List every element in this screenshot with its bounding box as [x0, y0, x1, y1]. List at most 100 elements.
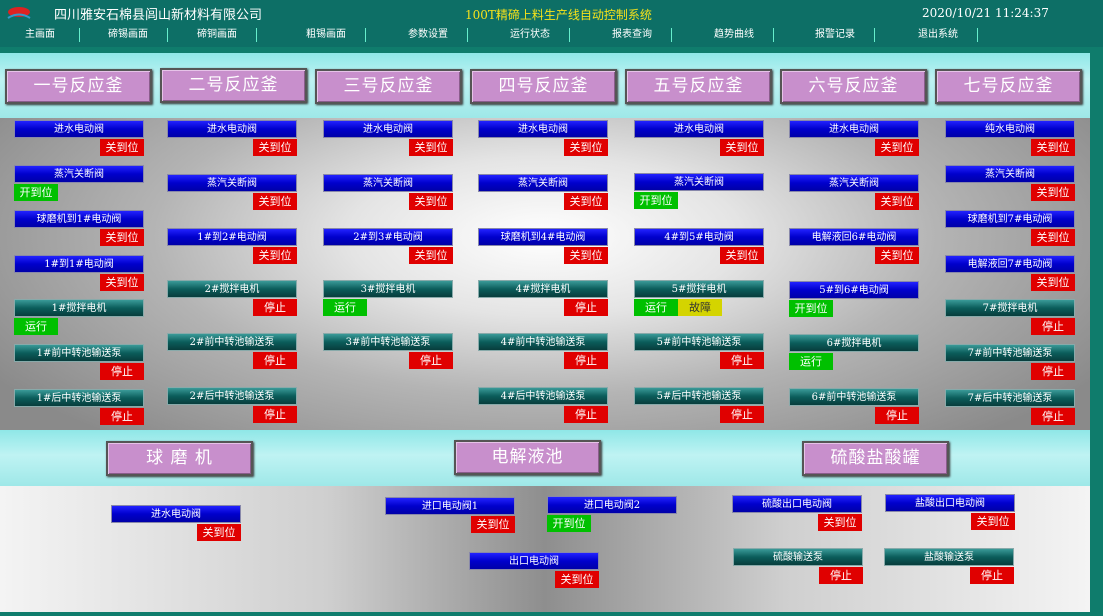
r2-steam-valve-status: 关到位: [253, 193, 297, 210]
r3-transfer-valve[interactable]: 2#到3#电动阀: [323, 228, 453, 246]
r5-inlet-valve[interactable]: 进水电动阀: [634, 120, 764, 138]
sulfuric-pump[interactable]: 硫酸输送泵: [733, 548, 863, 566]
r4-steam-valve[interactable]: 蒸汽关断阀: [478, 174, 608, 192]
r7-front-pump-status: 停止: [1031, 363, 1075, 380]
r6-transfer-valve[interactable]: 5#到6#电动阀: [789, 281, 919, 299]
r2-steam-valve[interactable]: 蒸汽关断阀: [167, 174, 297, 192]
acid-tank-button[interactable]: 硫酸盐酸罐: [802, 441, 949, 476]
reactor-6-button[interactable]: 六号反应釜: [780, 69, 927, 104]
menu-params[interactable]: 参数设置: [388, 25, 468, 47]
r6-inlet-valve[interactable]: 进水电动阀: [789, 120, 919, 138]
r7-rear-pump-status: 停止: [1031, 408, 1075, 425]
elec-outlet-valve[interactable]: 出口电动阀: [469, 552, 599, 570]
menu-exit[interactable]: 退出系统: [898, 25, 978, 47]
r3-inlet-valve-status: 关到位: [409, 139, 453, 156]
r1-front-pump[interactable]: 1#前中转池输送泵: [14, 344, 144, 362]
r7-ballmill-valve[interactable]: 球磨机到7#电动阀: [945, 210, 1075, 228]
r1-transfer-valve[interactable]: 1#到1#电动阀: [14, 255, 144, 273]
r1-inlet-valve[interactable]: 进水电动阀: [14, 120, 144, 138]
r5-steam-valve[interactable]: 蒸汽关断阀: [634, 173, 764, 191]
r3-steam-valve-status: 关到位: [409, 193, 453, 210]
ballmill-inlet-valve-status: 关到位: [197, 524, 241, 541]
hydrochloric-outlet-valve[interactable]: 盐酸出口电动阀: [885, 494, 1015, 512]
r6-transfer-valve-status: 开到位: [789, 300, 833, 317]
reactor-1-button[interactable]: 一号反应釜: [5, 69, 152, 104]
system-title: 100T精碲上料生产线自动控制系统: [465, 8, 652, 22]
r7-electrolyte-valve-status: 关到位: [1031, 274, 1075, 291]
r1-inlet-valve-status: 关到位: [100, 139, 144, 156]
r2-transfer-valve[interactable]: 1#到2#电动阀: [167, 228, 297, 246]
r1-steam-valve[interactable]: 蒸汽关断阀: [14, 165, 144, 183]
reactor-2-button[interactable]: 二号反应釜: [160, 68, 307, 103]
r2-agitator[interactable]: 2#搅拌电机: [167, 280, 297, 298]
r6-steam-valve-status: 关到位: [875, 193, 919, 210]
r4-steam-valve-status: 关到位: [564, 193, 608, 210]
r5-front-pump[interactable]: 5#前中转池输送泵: [634, 333, 764, 351]
menu-alarms[interactable]: 报警记录: [795, 25, 875, 47]
r6-electrolyte-valve[interactable]: 电解液回6#电动阀: [789, 228, 919, 246]
menu-crude-tin[interactable]: 粗锡画面: [286, 25, 366, 47]
r7-electrolyte-valve[interactable]: 电解液回7#电动阀: [945, 255, 1075, 273]
r1-agitator[interactable]: 1#搅拌电机: [14, 299, 144, 317]
r1-rear-pump[interactable]: 1#后中转池输送泵: [14, 389, 144, 407]
ballmill-inlet-valve[interactable]: 进水电动阀: [111, 505, 241, 523]
r7-rear-pump[interactable]: 7#后中转池输送泵: [945, 389, 1075, 407]
elec-inlet-valve-2[interactable]: 进口电动阀2: [547, 496, 677, 514]
hydrochloric-pump[interactable]: 盐酸输送泵: [884, 548, 1014, 566]
menu-run-status[interactable]: 运行状态: [490, 25, 570, 47]
r4-rear-pump-status: 停止: [564, 406, 608, 423]
r3-agitator[interactable]: 3#搅拌电机: [323, 280, 453, 298]
r5-agitator[interactable]: 5#搅拌电机: [634, 280, 764, 298]
r2-agitator-status: 停止: [253, 299, 297, 316]
sulfuric-outlet-valve[interactable]: 硫酸出口电动阀: [732, 495, 862, 513]
r7-front-pump[interactable]: 7#前中转池输送泵: [945, 344, 1075, 362]
r6-agitator[interactable]: 6#搅拌电机: [789, 334, 919, 352]
reactor-area: [0, 118, 1090, 430]
r7-agitator[interactable]: 7#搅拌电机: [945, 299, 1075, 317]
r6-steam-valve[interactable]: 蒸汽关断阀: [789, 174, 919, 192]
r3-steam-valve[interactable]: 蒸汽关断阀: [323, 174, 453, 192]
r6-front-pump[interactable]: 6#前中转池输送泵: [789, 388, 919, 406]
r4-agitator-status: 停止: [564, 299, 608, 316]
r4-rear-pump[interactable]: 4#后中转池输送泵: [478, 387, 608, 405]
r3-inlet-valve[interactable]: 进水电动阀: [323, 120, 453, 138]
r5-rear-pump[interactable]: 5#后中转池输送泵: [634, 387, 764, 405]
r1-ballmill-valve[interactable]: 球磨机到1#电动阀: [14, 210, 144, 228]
elec-outlet-valve-status: 关到位: [555, 571, 599, 588]
menu-reports[interactable]: 报表查询: [592, 25, 672, 47]
menu-trends[interactable]: 趋势曲线: [694, 25, 774, 47]
r3-agitator-status: 运行: [323, 299, 367, 316]
r5-steam-valve-status: 开到位: [634, 192, 678, 209]
menu-te-cu[interactable]: 碲铜画面: [177, 25, 257, 47]
r4-agitator[interactable]: 4#搅拌电机: [478, 280, 608, 298]
r5-inlet-valve-status: 关到位: [720, 139, 764, 156]
r3-front-pump[interactable]: 3#前中转池输送泵: [323, 333, 453, 351]
ball-mill-button[interactable]: 球 磨 机: [106, 441, 253, 476]
electrolyte-tank-button[interactable]: 电解液池: [454, 440, 601, 475]
elec-inlet-valve-1[interactable]: 进口电动阀1: [385, 497, 515, 515]
r5-agitator-status: 运行: [634, 299, 678, 316]
r4-ballmill-valve[interactable]: 球磨机到4#电动阀: [478, 228, 608, 246]
r2-front-pump-status: 停止: [253, 352, 297, 369]
company-name: 四川雅安石棉县闾山新材料有限公司: [54, 8, 263, 23]
r2-front-pump[interactable]: 2#前中转池输送泵: [167, 333, 297, 351]
reactor-4-button[interactable]: 四号反应釜: [470, 69, 617, 104]
reactor-5-button[interactable]: 五号反应釜: [625, 69, 772, 104]
r4-inlet-valve[interactable]: 进水电动阀: [478, 120, 608, 138]
reactor-7-button[interactable]: 七号反应釜: [935, 69, 1082, 104]
r7-steam-valve[interactable]: 蒸汽关断阀: [945, 165, 1075, 183]
sulfuric-outlet-valve-status: 关到位: [818, 514, 862, 531]
reactor-3-button[interactable]: 三号反应釜: [315, 69, 462, 104]
r4-front-pump-status: 停止: [564, 352, 608, 369]
menu-te-tin[interactable]: 碲锡画面: [88, 25, 168, 47]
r4-front-pump[interactable]: 4#前中转池输送泵: [478, 333, 608, 351]
r5-transfer-valve[interactable]: 4#到5#电动阀: [634, 228, 764, 246]
r5-rear-pump-status: 停止: [720, 406, 764, 423]
r2-rear-pump[interactable]: 2#后中转池输送泵: [167, 387, 297, 405]
menu-main[interactable]: 主画面: [0, 25, 80, 47]
hydrochloric-outlet-valve-status: 关到位: [971, 513, 1015, 530]
company-logo-icon: [7, 7, 31, 19]
r1-rear-pump-status: 停止: [100, 408, 144, 425]
r2-inlet-valve[interactable]: 进水电动阀: [167, 120, 297, 138]
r7-purewater-valve[interactable]: 纯水电动阀: [945, 120, 1075, 138]
